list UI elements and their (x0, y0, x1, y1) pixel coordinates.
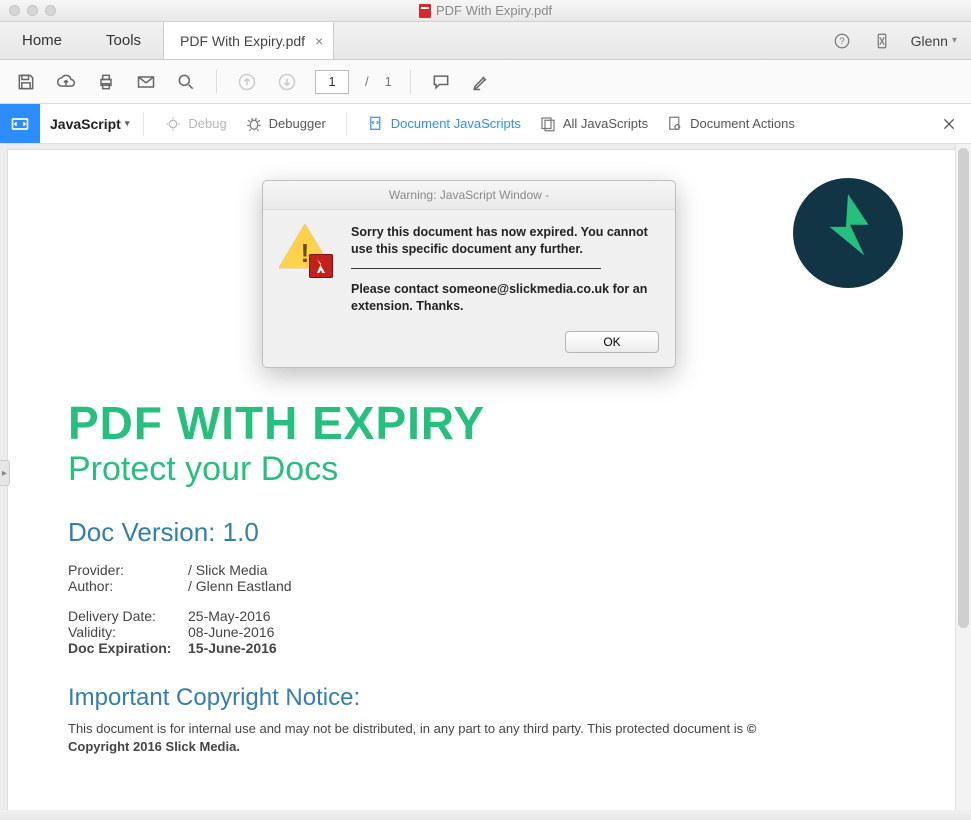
validity-key: Validity: (68, 624, 188, 640)
highlight-icon[interactable] (469, 70, 493, 94)
main-toolbar: / 1 (0, 60, 971, 104)
warning-icon: ! (279, 224, 337, 276)
toolbar-separator (216, 70, 217, 94)
dialog-divider (351, 268, 601, 269)
ok-button[interactable]: OK (565, 331, 659, 353)
document-actions-button[interactable]: Document Actions (660, 115, 801, 133)
doc-meta-block-1: Provider: / Slick Media Author: / Glenn … (68, 562, 895, 594)
window-titlebar: PDF With Expiry.pdf (0, 0, 971, 22)
doc-subtitle: Protect your Docs (68, 450, 895, 489)
tab-home[interactable]: Home (0, 22, 84, 59)
email-icon[interactable] (134, 70, 158, 94)
debugger-label: Debugger (269, 116, 326, 131)
delivery-value: 25-May-2016 (188, 608, 271, 624)
chevron-down-icon: ▾ (952, 35, 957, 46)
author-value: / Glenn Eastland (188, 578, 292, 594)
page-down-icon[interactable] (275, 70, 299, 94)
close-icon[interactable]: × (315, 33, 323, 49)
doc-meta-block-2: Delivery Date: 25-May-2016 Validity: 08-… (68, 608, 895, 656)
save-icon[interactable] (14, 70, 38, 94)
chevron-down-icon: ▾ (125, 118, 130, 129)
window-resize-edge[interactable] (0, 810, 971, 820)
help-icon[interactable]: ? (831, 30, 853, 52)
user-name: Glenn (911, 33, 948, 49)
comment-icon[interactable] (429, 70, 453, 94)
javascript-label: JavaScript (50, 116, 121, 132)
dialog-message-1: Sorry this document has now expired. You… (351, 224, 659, 258)
debug-button[interactable]: Debug (158, 115, 232, 133)
cloud-upload-icon[interactable] (54, 70, 78, 94)
close-panel-button[interactable] (927, 104, 971, 143)
warning-dialog: Warning: JavaScript Window - ! Sorry thi… (262, 180, 676, 368)
javascript-toolbar: JavaScript ▾ Debug Debugger Document Jav… (0, 104, 971, 144)
document-actions-label: Document Actions (690, 116, 795, 131)
copyright-body: This document is for internal use and ma… (68, 720, 778, 755)
javascript-dropdown[interactable]: JavaScript ▾ (50, 116, 129, 132)
delivery-key: Delivery Date: (68, 608, 188, 624)
author-key: Author: (68, 578, 188, 594)
tab-document-label: PDF With Expiry.pdf (180, 33, 305, 49)
nav-panel-expand-handle[interactable] (0, 460, 10, 486)
all-javascripts-label: All JavaScripts (563, 116, 648, 131)
debug-label: Debug (188, 116, 226, 131)
search-icon[interactable] (174, 70, 198, 94)
primary-tab-row: Home Tools PDF With Expiry.pdf × ? Glenn… (0, 22, 971, 60)
user-menu[interactable]: Glenn ▾ (911, 33, 957, 49)
pdf-file-icon (419, 4, 431, 18)
doc-version: Doc Version: 1.0 (68, 517, 895, 548)
company-logo (793, 178, 903, 288)
document-javascripts-label: Document JavaScripts (391, 116, 521, 131)
expiration-value: 15-June-2016 (188, 640, 277, 656)
separator (143, 112, 144, 136)
copyright-text: This document is for internal use and ma… (68, 721, 747, 736)
page-up-icon[interactable] (235, 70, 259, 94)
page-total: 1 (385, 74, 392, 89)
print-icon[interactable] (94, 70, 118, 94)
doc-title: PDF WITH EXPIRY (68, 396, 895, 450)
provider-key: Provider: (68, 562, 188, 578)
tab-document[interactable]: PDF With Expiry.pdf × (163, 22, 334, 59)
copyright-heading: Important Copyright Notice: (68, 684, 895, 712)
provider-value: / Slick Media (188, 562, 267, 578)
vertical-scrollbar[interactable] (955, 144, 971, 810)
dialog-title: Warning: JavaScript Window - (263, 181, 675, 210)
separator (346, 112, 347, 136)
expiration-key: Doc Expiration: (68, 640, 188, 656)
all-javascripts-button[interactable]: All JavaScripts (533, 115, 654, 133)
javascript-tool-icon[interactable] (0, 104, 40, 143)
mobile-sync-icon[interactable] (871, 30, 893, 52)
page-number-input[interactable] (315, 70, 349, 94)
debugger-button[interactable]: Debugger (239, 115, 332, 133)
document-javascripts-button[interactable]: Document JavaScripts (361, 115, 527, 133)
dialog-message-2: Please contact someone@slickmedia.co.uk … (351, 281, 659, 315)
window-title: PDF With Expiry.pdf (436, 3, 552, 18)
svg-text:?: ? (839, 36, 844, 46)
adobe-badge-icon (309, 254, 333, 278)
toolbar-separator (410, 70, 411, 94)
page-separator: / (365, 74, 369, 89)
tab-tools[interactable]: Tools (84, 22, 163, 59)
validity-value: 08-June-2016 (188, 624, 274, 640)
scrollbar-thumb[interactable] (958, 148, 969, 628)
